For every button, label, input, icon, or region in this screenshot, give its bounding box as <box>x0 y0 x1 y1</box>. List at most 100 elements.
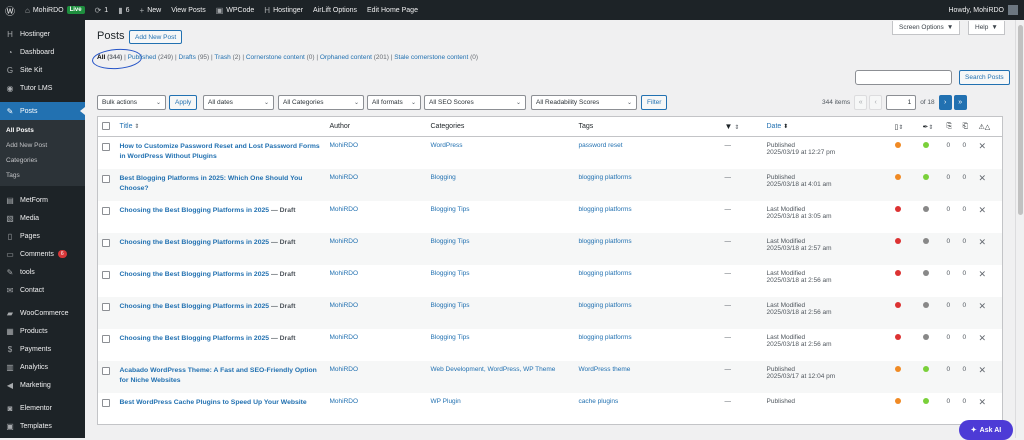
tag-link[interactable]: blogging platforms <box>579 238 632 245</box>
category-link[interactable]: Blogging <box>431 174 456 181</box>
row-checkbox[interactable] <box>102 271 110 279</box>
sidebar-item-comments[interactable]: ▭Comments6 <box>0 245 85 263</box>
category-link[interactable]: WP Plugin <box>431 398 461 405</box>
author-link[interactable]: MohiRDO <box>330 366 359 373</box>
post-title-link[interactable]: Best Blogging Platforms in 2025: Which O… <box>120 174 322 194</box>
view-trash[interactable]: Trash (2) <box>214 54 240 61</box>
author-link[interactable]: MohiRDO <box>330 398 359 405</box>
current-page-input[interactable]: 1 <box>886 95 916 110</box>
close-icon[interactable]: ✕ <box>979 365 987 375</box>
category-link[interactable]: Blogging Tips <box>431 206 470 213</box>
search-input[interactable] <box>855 70 952 85</box>
ask-ai-button[interactable]: ✦Ask AI <box>959 420 1013 440</box>
category-link[interactable]: Web Development, WordPress, WP Theme <box>431 366 556 373</box>
author-link[interactable]: MohiRDO <box>330 206 359 213</box>
tag-link[interactable]: blogging platforms <box>579 334 632 341</box>
account-menu[interactable]: Howdy, MohiRDO <box>944 0 1024 20</box>
tag-link[interactable]: password reset <box>579 142 623 149</box>
tag-link[interactable]: blogging platforms <box>579 174 632 181</box>
post-title-link[interactable]: Choosing the Best Blogging Platforms in … <box>120 238 322 248</box>
close-icon[interactable]: ✕ <box>979 333 987 343</box>
row-checkbox[interactable] <box>102 367 110 375</box>
dates-filter-select[interactable]: All dates⌄ <box>203 95 274 110</box>
submenu-tags[interactable]: Tags <box>0 168 85 183</box>
filter-button[interactable]: Filter <box>641 95 667 110</box>
category-link[interactable]: Blogging Tips <box>431 334 470 341</box>
column-readability[interactable]: ✒⇕ <box>919 117 943 137</box>
post-title-link[interactable]: Choosing the Best Blogging Platforms in … <box>120 302 322 312</box>
row-checkbox[interactable] <box>102 239 110 247</box>
column-seo-score[interactable]: ▯⇕ <box>891 117 919 137</box>
wpcode-link[interactable]: ▣WPCode <box>211 0 260 20</box>
sidebar-item-contact[interactable]: ✉Contact <box>0 281 85 299</box>
sidebar-item-analytics[interactable]: ▥Analytics <box>0 358 85 376</box>
sidebar-item-media[interactable]: ▧Media <box>0 209 85 227</box>
view-published[interactable]: Published (249) <box>128 54 174 61</box>
category-link[interactable]: Blogging Tips <box>431 302 470 309</box>
apply-button[interactable]: Apply <box>169 95 197 110</box>
sidebar-item-metform[interactable]: ▤MetForm <box>0 191 85 209</box>
sidebar-item-woocommerce[interactable]: ▰WooCommerce <box>0 304 85 322</box>
scrollbar-thumb[interactable] <box>1018 25 1023 215</box>
screen-options-button[interactable]: Screen Options▼ <box>892 21 960 35</box>
sidebar-item-sitekit[interactable]: GSite Kit <box>0 61 85 79</box>
close-icon[interactable]: ✕ <box>979 237 987 247</box>
wordpress-logo-icon[interactable]: Ⓦ <box>0 0 20 20</box>
author-link[interactable]: MohiRDO <box>330 334 359 341</box>
column-outgoing-links[interactable]: ⎘ <box>943 117 959 137</box>
post-title-link[interactable]: How to Customize Password Reset and Lost… <box>120 142 322 162</box>
sidebar-item-tutor[interactable]: ◉Tutor LMS <box>0 79 85 97</box>
column-comments[interactable]: ▼ ⇕ <box>721 117 763 137</box>
sidebar-item-payments[interactable]: $Payments <box>0 340 85 358</box>
post-title-link[interactable]: Best WordPress Cache Plugins to Speed Up… <box>120 398 322 408</box>
tag-link[interactable]: blogging platforms <box>579 206 632 213</box>
view-orphaned[interactable]: Orphaned content (201) <box>320 54 389 61</box>
author-link[interactable]: MohiRDO <box>330 302 359 309</box>
close-icon[interactable]: ✕ <box>979 205 987 215</box>
close-icon[interactable]: ✕ <box>979 173 987 183</box>
add-new-post-button[interactable]: Add New Post <box>129 30 182 44</box>
category-link[interactable]: WordPress <box>431 142 463 149</box>
column-date[interactable]: Date ⬍ <box>763 117 891 137</box>
author-link[interactable]: MohiRDO <box>330 270 359 277</box>
submenu-all-posts[interactable]: All Posts <box>0 123 85 138</box>
post-title-link[interactable]: Choosing the Best Blogging Platforms in … <box>120 206 322 216</box>
row-checkbox[interactable] <box>102 303 110 311</box>
close-icon[interactable]: ✕ <box>979 301 987 311</box>
edit-home-link[interactable]: Edit Home Page <box>362 0 423 20</box>
row-checkbox[interactable] <box>102 175 110 183</box>
help-button[interactable]: Help▼ <box>968 21 1005 35</box>
view-all[interactable]: All (344) <box>97 54 122 61</box>
select-all-checkbox[interactable] <box>102 122 110 130</box>
tag-link[interactable]: blogging platforms <box>579 302 632 309</box>
seo-scores-select[interactable]: All SEO Scores⌄ <box>424 95 526 110</box>
bulk-actions-select[interactable]: Bulk actions⌄ <box>97 95 166 110</box>
airlift-link[interactable]: AirLift Options <box>308 0 362 20</box>
category-link[interactable]: Blogging Tips <box>431 238 470 245</box>
view-drafts[interactable]: Drafts (95) <box>179 54 210 61</box>
column-incoming-links[interactable]: ⎗ <box>959 117 975 137</box>
column-ai-insights[interactable]: ⚠△ <box>975 117 1003 137</box>
hostinger-link[interactable]: HHostinger <box>259 0 308 20</box>
close-icon[interactable]: ✕ <box>979 269 987 279</box>
sidebar-item-marketing[interactable]: ◀Marketing <box>0 376 85 394</box>
search-posts-button[interactable]: Search Posts <box>959 70 1010 85</box>
post-title-link[interactable]: Choosing the Best Blogging Platforms in … <box>120 334 322 344</box>
row-checkbox[interactable] <box>102 335 110 343</box>
row-checkbox[interactable] <box>102 207 110 215</box>
categories-filter-select[interactable]: All Categories⌄ <box>278 95 364 110</box>
view-posts-link[interactable]: View Posts <box>166 0 211 20</box>
last-page-button[interactable]: » <box>954 95 967 110</box>
sidebar-item-templates[interactable]: ▣Templates <box>0 417 85 435</box>
sidebar-item-posts[interactable]: ✎Posts <box>0 102 85 120</box>
sidebar-item-tools[interactable]: ✎tools <box>0 263 85 281</box>
author-link[interactable]: MohiRDO <box>330 142 359 149</box>
site-name-link[interactable]: ⌂MohiRDOLive <box>20 0 90 20</box>
close-icon[interactable]: ✕ <box>979 397 987 407</box>
post-title-link[interactable]: Acabado WordPress Theme: A Fast and SEO-… <box>120 366 322 386</box>
row-checkbox[interactable] <box>102 143 110 151</box>
tag-link[interactable]: blogging platforms <box>579 270 632 277</box>
view-stale[interactable]: Stale cornerstone content (0) <box>394 54 478 61</box>
updates-link[interactable]: ⟳1 <box>90 0 114 20</box>
next-page-button[interactable]: › <box>939 95 952 110</box>
